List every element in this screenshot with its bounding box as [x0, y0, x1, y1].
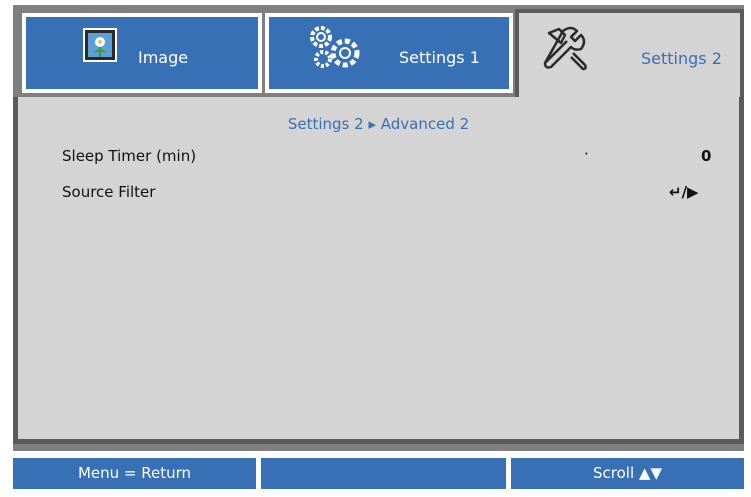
- footer-middle: [261, 458, 506, 489]
- tab-image[interactable]: Image: [22, 13, 262, 93]
- tab-settings-2[interactable]: Settings 2: [515, 9, 744, 101]
- scroll-hint: Scroll ▲▼: [511, 458, 744, 489]
- sleep-timer-value[interactable]: 0: [701, 147, 711, 165]
- source-filter-label: Source Filter: [62, 183, 156, 201]
- sleep-timer-marker: ·: [584, 145, 589, 163]
- menu-return-hint: Menu = Return: [13, 458, 256, 489]
- tab-settings-2-label: Settings 2: [641, 49, 722, 68]
- tab-settings-1-label: Settings 1: [399, 48, 480, 67]
- tab-image-label: Image: [138, 48, 189, 67]
- settings-panel: Settings 2 ▸ Advanced 2 Sleep Timer (min…: [13, 97, 744, 444]
- enter-arrow-icon[interactable]: ↵/▶: [669, 183, 699, 201]
- sleep-timer-label: Sleep Timer (min): [62, 147, 197, 165]
- tools-icon: [537, 23, 593, 75]
- tab-settings-1[interactable]: Settings 1: [265, 13, 513, 93]
- breadcrumb: Settings 2 ▸ Advanced 2: [287, 115, 470, 133]
- image-icon: [82, 27, 118, 67]
- gears-icon: [307, 23, 365, 75]
